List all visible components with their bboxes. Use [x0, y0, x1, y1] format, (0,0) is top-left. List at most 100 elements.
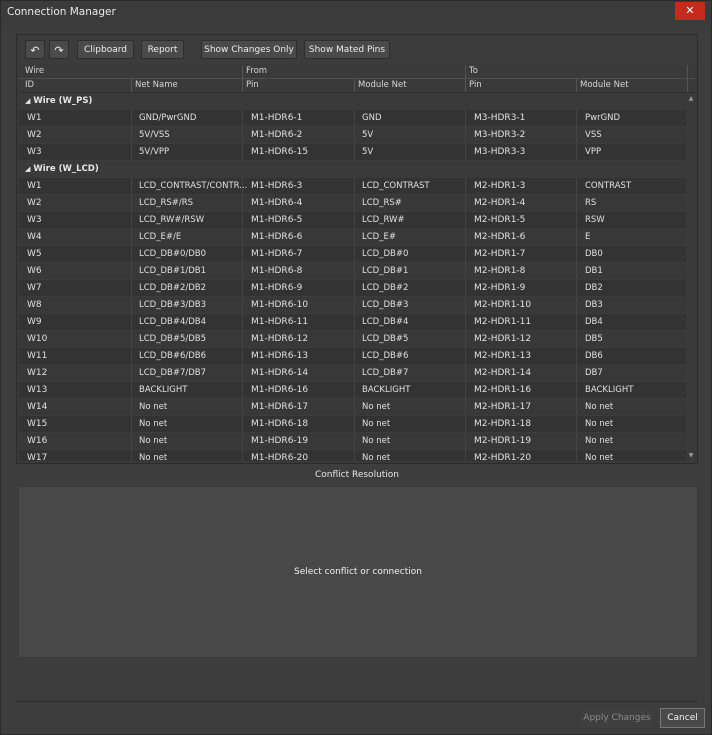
to-module-net-cell: DB3 [585, 300, 603, 310]
undo-icon[interactable]: ↶ [25, 40, 45, 59]
net-name-cell: 5V/VPP [139, 147, 170, 157]
net-name-cell: BACKLIGHT [139, 385, 188, 395]
grid-header: Wire From To ID Net Name Pin Module Net … [19, 65, 695, 93]
col-from-module-net[interactable]: Module Net [358, 80, 407, 90]
col-to-pin[interactable]: Pin [469, 80, 482, 90]
table-row[interactable]: W12 LCD_DB#7/DB7 M1-HDR6-14 LCD_DB#7 M2-HDR1… [19, 365, 686, 382]
from-pin-cell: M1-HDR6-9 [251, 283, 303, 293]
wire-group-row[interactable]: ◢ Wire (W_PS) [19, 93, 686, 110]
table-row[interactable]: W3 5V/VPP M1-HDR6-15 5V M3-HDR3-3 VPP [19, 144, 686, 161]
show-mated-pins-button[interactable]: Show Mated Pins [304, 40, 390, 59]
from-pin-cell: M1-HDR6-4 [251, 198, 303, 208]
cell-divider [131, 314, 132, 331]
to-pin-cell: M2-HDR1-4 [474, 198, 526, 208]
cancel-button[interactable]: Cancel [660, 708, 705, 728]
connection-manager-window: Connection Manager ✕ ↶ ↷ Clipboard Repor… [0, 0, 712, 735]
table-row[interactable]: W8 LCD_DB#3/DB3 M1-HDR6-10 LCD_DB#3 M2-HDR1-… [19, 297, 686, 314]
col-to-module-net[interactable]: Module Net [580, 80, 629, 90]
wire-id-cell: W2 [27, 198, 42, 208]
wire-id-cell: W15 [27, 419, 48, 429]
to-module-net-cell: CONTRAST [585, 181, 632, 191]
connections-panel: ↶ ↷ Clipboard Report Show Changes Only S… [16, 34, 698, 464]
table-row[interactable]: W2 LCD_RS#/RS M1-HDR6-4 LCD_RS# M2-HDR1-4 RS [19, 195, 686, 212]
redo-icon[interactable]: ↷ [49, 40, 69, 59]
table-row[interactable]: W3 LCD_RW#/RSW M1-HDR6-5 LCD_RW# M2-HDR1-5 RS… [19, 212, 686, 229]
header-column-row: ID Net Name Pin Module Net Pin Module Ne… [19, 79, 695, 92]
to-pin-cell: M2-HDR1-12 [474, 334, 532, 344]
cell-divider [131, 246, 132, 263]
net-name-cell: LCD_DB#7/DB7 [139, 368, 207, 378]
cell-divider [131, 280, 132, 297]
header-divider [465, 65, 466, 78]
table-row[interactable]: W1 GND/PwrGND M1-HDR6-1 GND M3-HDR3-1 PwrGND [19, 110, 686, 127]
to-module-net-cell: No net [585, 419, 614, 429]
from-module-net-cell: 5V [362, 130, 374, 140]
table-row[interactable]: W7 LCD_DB#2/DB2 M1-HDR6-9 LCD_DB#2 M2-HDR1-9… [19, 280, 686, 297]
report-button[interactable]: Report [141, 40, 184, 59]
to-pin-cell: M2-HDR1-16 [474, 385, 532, 395]
table-row[interactable]: W17 No net M1-HDR6-20 No net M2-HDR1-20 No ne… [19, 450, 686, 461]
wire-id-cell: W11 [27, 351, 48, 361]
table-row[interactable]: W11 LCD_DB#6/DB6 M1-HDR6-13 LCD_DB#6 M2-HDR1… [19, 348, 686, 365]
from-module-net-cell: 5V [362, 147, 374, 157]
table-row[interactable]: W14 No net M1-HDR6-17 No net M2-HDR1-17 No ne… [19, 399, 686, 416]
toolbar: ↶ ↷ Clipboard Report Show Changes Only S… [17, 35, 697, 64]
wire-group-row[interactable]: ◢ Wire (W_LCD) [19, 161, 686, 178]
table-row[interactable]: W4 LCD_E#/E M1-HDR6-6 LCD_E# M2-HDR1-6 E [19, 229, 686, 246]
to-pin-cell: M2-HDR1-6 [474, 232, 526, 242]
cell-divider [131, 365, 132, 382]
from-module-net-cell: BACKLIGHT [362, 385, 411, 395]
to-module-net-cell: DB7 [585, 368, 603, 378]
col-id[interactable]: ID [25, 80, 34, 90]
table-row[interactable]: W2 5V/VSS M1-HDR6-2 5V M3-HDR3-2 VSS [19, 127, 686, 144]
header-divider [687, 79, 688, 92]
net-name-cell: 5V/VSS [139, 130, 170, 140]
to-module-net-cell: BACKLIGHT [585, 385, 634, 395]
from-pin-cell: M1-HDR6-16 [251, 385, 309, 395]
wire-id-cell: W8 [27, 300, 42, 310]
wire-id-cell: W2 [27, 130, 42, 140]
header-divider [354, 79, 355, 92]
to-pin-cell: M2-HDR1-20 [474, 453, 532, 461]
table-row[interactable]: W13 BACKLIGHT M1-HDR6-16 BACKLIGHT M2-HDR1-1… [19, 382, 686, 399]
table-row[interactable]: W6 LCD_DB#1/DB1 M1-HDR6-8 LCD_DB#1 M2-HDR1-8… [19, 263, 686, 280]
from-module-net-cell: No net [362, 402, 391, 412]
cell-divider [131, 433, 132, 450]
scroll-up-icon[interactable]: ▲ [687, 95, 695, 102]
show-changes-only-button[interactable]: Show Changes Only [201, 40, 297, 59]
apply-changes-button[interactable]: Apply Changes [581, 709, 653, 728]
cell-divider [131, 348, 132, 365]
close-button[interactable]: ✕ [675, 2, 705, 20]
table-row[interactable]: W15 No net M1-HDR6-18 No net M2-HDR1-18 No ne… [19, 416, 686, 433]
from-pin-cell: M1-HDR6-6 [251, 232, 303, 242]
table-row[interactable]: W1 LCD_CONTRAST/CONTR... M1-HDR6-3 LCD_CONT… [19, 178, 686, 195]
wire-id-cell: W10 [27, 334, 48, 344]
from-module-net-cell: LCD_RW# [362, 215, 405, 225]
table-row[interactable]: W16 No net M1-HDR6-19 No net M2-HDR1-19 No ne… [19, 433, 686, 450]
wire-group-name: Wire (W_LCD) [33, 164, 99, 174]
col-net-name[interactable]: Net Name [135, 80, 178, 90]
collapse-triangle-icon[interactable]: ◢ [25, 165, 30, 173]
from-pin-cell: M1-HDR6-8 [251, 266, 303, 276]
from-module-net-cell: LCD_DB#3 [362, 300, 409, 310]
to-module-net-cell: DB6 [585, 351, 603, 361]
scroll-down-icon[interactable]: ▼ [687, 452, 695, 459]
from-pin-cell: M1-HDR6-12 [251, 334, 309, 344]
to-module-net-cell: RS [585, 198, 597, 208]
net-name-cell: No net [139, 453, 168, 461]
clipboard-button[interactable]: Clipboard [77, 40, 134, 59]
from-pin-cell: M1-HDR6-10 [251, 300, 309, 310]
collapse-triangle-icon[interactable]: ◢ [25, 97, 30, 105]
cell-divider [131, 229, 132, 246]
table-row[interactable]: W9 LCD_DB#4/DB4 M1-HDR6-11 LCD_DB#4 M2-HDR1-… [19, 314, 686, 331]
table-row[interactable]: W5 LCD_DB#0/DB0 M1-HDR6-7 LCD_DB#0 M2-HDR1-7… [19, 246, 686, 263]
cell-divider [131, 127, 132, 144]
grid-scrollbar[interactable]: ▲ ▼ [687, 93, 695, 461]
header-divider [687, 65, 688, 78]
cell-divider [131, 144, 132, 161]
table-row[interactable]: W10 LCD_DB#5/DB5 M1-HDR6-12 LCD_DB#5 M2-HDR1… [19, 331, 686, 348]
window-title: Connection Manager [7, 6, 116, 18]
col-from-pin[interactable]: Pin [246, 80, 259, 90]
conflict-resolution-panel: Select conflict or connection [18, 486, 698, 658]
to-module-net-cell: DB5 [585, 334, 603, 344]
